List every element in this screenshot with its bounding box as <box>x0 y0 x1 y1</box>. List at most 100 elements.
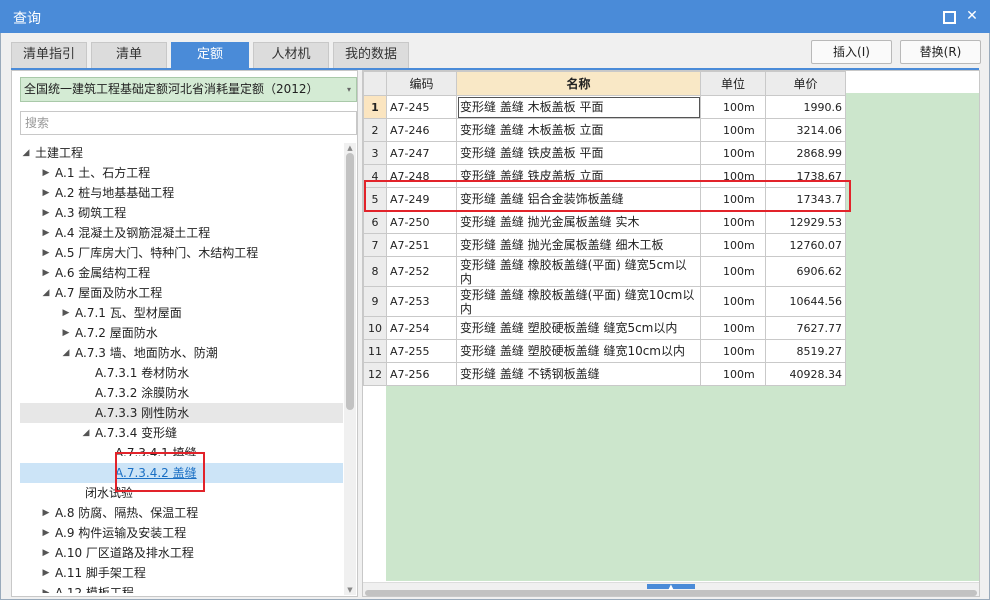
tree-item[interactable]: ▶ A.8 防腐、隔热、保温工程 <box>20 503 343 523</box>
triangle-right-icon[interactable]: ▶ <box>41 243 51 263</box>
row-number[interactable]: 7 <box>363 233 387 257</box>
unit-price-cell[interactable]: 1990.6 <box>765 95 846 119</box>
table-row[interactable]: 7 A7-251 变形缝 盖缝 抛光金属板盖缝 细木工板 100m 12760.07 <box>363 233 846 257</box>
quota-name-cell[interactable]: 变形缝 盖缝 铁皮盖板 立面 <box>456 164 701 188</box>
tree-item[interactable]: ▶ A.5 厂库房大门、特种门、木结构工程 <box>20 243 343 263</box>
unit-price-cell[interactable]: 12929.53 <box>765 210 846 234</box>
quota-code-cell[interactable]: A7-252 <box>386 256 457 287</box>
tree-scrollbar[interactable]: ▲ ▼ <box>344 143 356 595</box>
quota-name-cell[interactable]: 变形缝 盖缝 抛光金属板盖缝 细木工板 <box>456 233 701 257</box>
quota-name-cell[interactable]: 变形缝 盖缝 抛光金属板盖缝 实木 <box>456 210 701 234</box>
unit-price-cell[interactable]: 6906.62 <box>765 256 846 287</box>
triangle-down-icon[interactable]: ◢ <box>81 423 91 443</box>
tab-list-guide[interactable]: 清单指引 <box>11 42 87 68</box>
scroll-thumb[interactable] <box>346 153 354 410</box>
quota-name-cell[interactable]: 变形缝 盖缝 橡胶板盖缝(平面) 缝宽10cm以内 <box>456 286 701 317</box>
unit-cell[interactable]: 100m <box>700 316 766 340</box>
unit-cell[interactable]: 100m <box>700 210 766 234</box>
row-number[interactable]: 6 <box>363 210 387 234</box>
table-row[interactable]: 1 A7-245 变形缝 盖缝 木板盖板 平面 100m 1990.6 <box>363 95 846 119</box>
quota-name-cell[interactable]: 变形缝 盖缝 木板盖板 平面 <box>456 95 701 119</box>
tree-item[interactable]: ◢ A.7.3.4 变形缝 <box>20 423 343 443</box>
quota-name-cell[interactable]: 变形缝 盖缝 木板盖板 立面 <box>456 118 701 142</box>
unit-price-cell[interactable]: 40928.34 <box>765 362 846 386</box>
triangle-down-icon[interactable]: ◢ <box>41 283 51 303</box>
unit-price-cell[interactable]: 8519.27 <box>765 339 846 363</box>
row-number[interactable]: 1 <box>363 95 387 119</box>
tree-item[interactable]: A.7.3.4.1 填缝 <box>20 443 343 463</box>
scroll-down-icon[interactable]: ▼ <box>344 585 356 595</box>
quota-code-cell[interactable]: A7-250 <box>386 210 457 234</box>
unit-price-cell[interactable]: 17343.7 <box>765 187 846 211</box>
table-row[interactable]: 4 A7-248 变形缝 盖缝 铁皮盖板 立面 100m 1738.67 <box>363 164 846 188</box>
quota-code-cell[interactable]: A7-249 <box>386 187 457 211</box>
tree-item[interactable]: ◢ 土建工程 <box>20 143 343 163</box>
row-number[interactable]: 3 <box>363 141 387 165</box>
tree-item[interactable]: ▶ A.7.2 屋面防水 <box>20 323 343 343</box>
restore-icon[interactable] <box>938 6 958 26</box>
row-number[interactable]: 12 <box>363 362 387 386</box>
quota-code-cell[interactable]: A7-247 <box>386 141 457 165</box>
row-number[interactable]: 8 <box>363 256 387 287</box>
tree-item[interactable]: ▶ A.1 土、石方工程 <box>20 163 343 183</box>
row-number[interactable]: 5 <box>363 187 387 211</box>
triangle-right-icon[interactable]: ▶ <box>41 183 51 203</box>
unit-cell[interactable]: 100m <box>700 95 766 119</box>
triangle-right-icon[interactable]: ▶ <box>41 503 51 523</box>
tab-bill[interactable]: 清单 <box>91 42 167 68</box>
column-header-unit[interactable]: 单位 <box>700 71 766 96</box>
quota-name-cell[interactable]: 变形缝 盖缝 橡胶板盖缝(平面) 缝宽5cm以内 <box>456 256 701 287</box>
unit-cell[interactable]: 100m <box>700 233 766 257</box>
unit-price-cell[interactable]: 2868.99 <box>765 141 846 165</box>
triangle-right-icon[interactable]: ▶ <box>41 223 51 243</box>
quota-name-cell[interactable]: 变形缝 盖缝 塑胶硬板盖缝 缝宽5cm以内 <box>456 316 701 340</box>
row-number[interactable]: 10 <box>363 316 387 340</box>
unit-price-cell[interactable]: 10644.56 <box>765 286 846 317</box>
quota-code-cell[interactable]: A7-248 <box>386 164 457 188</box>
tree-item[interactable]: ▶ A.9 构件运输及安装工程 <box>20 523 343 543</box>
column-header-name[interactable]: 名称 <box>456 71 701 96</box>
unit-cell[interactable]: 100m <box>700 256 766 287</box>
tree-item[interactable]: ▶ A.7.1 瓦、型材屋面 <box>20 303 343 323</box>
tab-labor-material-machine[interactable]: 人材机 <box>253 42 329 68</box>
quota-code-cell[interactable]: A7-256 <box>386 362 457 386</box>
unit-price-cell[interactable]: 3214.06 <box>765 118 846 142</box>
triangle-right-icon[interactable]: ▶ <box>41 543 51 563</box>
tree-item[interactable]: ▶ A.6 金属结构工程 <box>20 263 343 283</box>
tree-item[interactable]: ◢ A.7.3 墙、地面防水、防潮 <box>20 343 343 363</box>
table-row[interactable]: 10 A7-254 变形缝 盖缝 塑胶硬板盖缝 缝宽5cm以内 100m 7627.77 <box>363 316 846 340</box>
scroll-up-icon[interactable]: ▲ <box>344 143 356 153</box>
quota-name-cell[interactable]: 变形缝 盖缝 铝合金装饰板盖缝 <box>456 187 701 211</box>
unit-price-cell[interactable]: 1738.67 <box>765 164 846 188</box>
unit-cell[interactable]: 100m <box>700 141 766 165</box>
quota-library-select[interactable]: 全国统一建筑工程基础定额河北省消耗量定额（2012） ▾ <box>20 77 357 102</box>
table-row[interactable]: 6 A7-250 变形缝 盖缝 抛光金属板盖缝 实木 100m 12929.53 <box>363 210 846 234</box>
table-horizontal-scrollbar[interactable]: ▲ <box>363 582 979 596</box>
tree-item[interactable]: 闭水试验 <box>20 483 343 503</box>
triangle-right-icon[interactable]: ▶ <box>41 163 51 183</box>
unit-cell[interactable]: 100m <box>700 187 766 211</box>
triangle-down-icon[interactable]: ◢ <box>21 143 31 163</box>
table-row[interactable]: 11 A7-255 变形缝 盖缝 塑胶硬板盖缝 缝宽10cm以内 100m 8519.2… <box>363 339 846 363</box>
quota-code-cell[interactable]: A7-254 <box>386 316 457 340</box>
row-number[interactable]: 9 <box>363 286 387 317</box>
quota-code-cell[interactable]: A7-251 <box>386 233 457 257</box>
triangle-right-icon[interactable]: ▶ <box>61 323 71 343</box>
close-icon[interactable]: ✕ <box>962 6 982 26</box>
scroll-thumb-horizontal[interactable] <box>365 590 977 596</box>
replace-button[interactable]: 替换(R) <box>900 40 981 64</box>
unit-cell[interactable]: 100m <box>700 286 766 317</box>
insert-button[interactable]: 插入(I) <box>811 40 892 64</box>
table-row[interactable]: 2 A7-246 变形缝 盖缝 木板盖板 立面 100m 3214.06 <box>363 118 846 142</box>
table-row[interactable]: 3 A7-247 变形缝 盖缝 铁皮盖板 平面 100m 2868.99 <box>363 141 846 165</box>
tab-quota[interactable]: 定额 <box>171 42 249 68</box>
unit-cell[interactable]: 100m <box>700 118 766 142</box>
column-header-code[interactable]: 编码 <box>386 71 457 96</box>
quota-name-cell[interactable]: 变形缝 盖缝 不锈钢板盖缝 <box>456 362 701 386</box>
quota-code-cell[interactable]: A7-245 <box>386 95 457 119</box>
tree-item[interactable]: A.7.3.3 刚性防水 <box>20 403 343 423</box>
row-number[interactable]: 4 <box>363 164 387 188</box>
tab-my-data[interactable]: 我的数据 <box>333 42 409 68</box>
collapse-toggle-icon[interactable]: ▲ <box>647 584 695 591</box>
row-number[interactable]: 11 <box>363 339 387 363</box>
